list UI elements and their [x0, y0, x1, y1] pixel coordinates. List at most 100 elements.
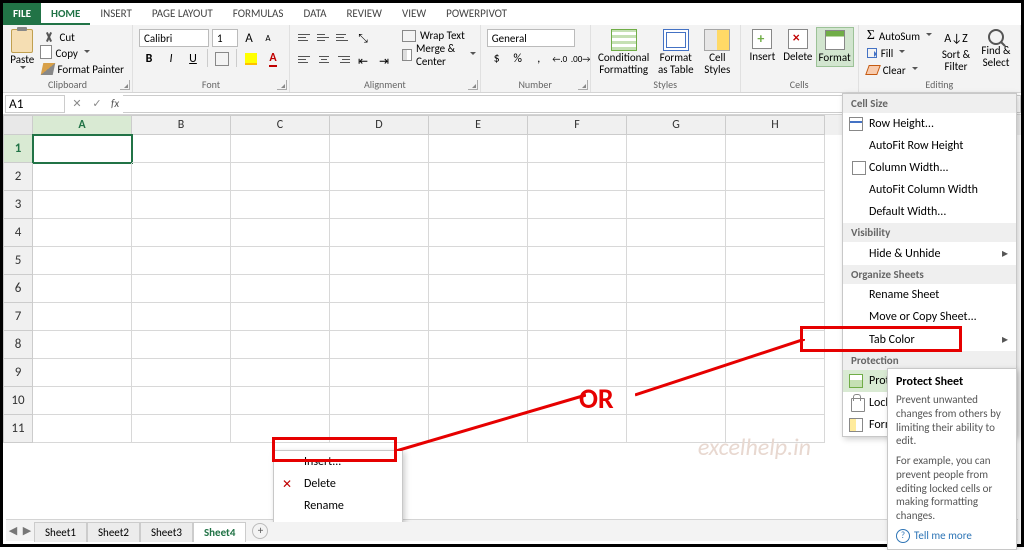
select-all-corner[interactable] [3, 115, 33, 135]
cell[interactable] [231, 415, 330, 443]
tab-home[interactable]: HOME [41, 3, 90, 25]
row-header[interactable]: 1 [3, 135, 33, 163]
percent-button[interactable]: % [508, 49, 528, 69]
increase-indent-button[interactable]: ⇥ [374, 51, 394, 71]
cell[interactable] [627, 331, 726, 359]
cell[interactable] [33, 303, 132, 331]
cell[interactable] [132, 303, 231, 331]
cell[interactable] [231, 247, 330, 275]
decrease-decimal-button[interactable]: .00→ [571, 49, 591, 69]
cell[interactable] [429, 275, 528, 303]
clear-button[interactable]: Clear [867, 62, 932, 78]
cell[interactable] [726, 387, 825, 415]
align-top-button[interactable] [296, 29, 314, 45]
row-header[interactable]: 2 [3, 163, 33, 191]
cell[interactable] [528, 275, 627, 303]
cell[interactable] [33, 191, 132, 219]
align-middle-button[interactable] [315, 29, 333, 45]
fmtmenu-column-width[interactable]: Column Width... [843, 157, 1016, 179]
conditional-formatting-button[interactable]: Conditional Formatting [595, 27, 653, 76]
fmtmenu-autofit-column-width[interactable]: AutoFit Column Width [843, 179, 1016, 201]
sheet-tab-2[interactable]: Sheet2 [87, 522, 140, 542]
cell[interactable] [528, 163, 627, 191]
fx-icon[interactable]: fx [111, 97, 119, 110]
col-header-a[interactable]: A [33, 115, 132, 135]
cell[interactable] [528, 135, 627, 163]
cell[interactable] [330, 163, 429, 191]
paste-button[interactable]: Paste [7, 27, 38, 72]
col-header-g[interactable]: G [627, 115, 726, 135]
cell[interactable] [231, 331, 330, 359]
sheet-nav-next[interactable]: ▶ [20, 524, 34, 537]
cell[interactable] [726, 219, 825, 247]
cell[interactable] [726, 303, 825, 331]
ctx-delete[interactable]: ✕Delete [274, 473, 402, 495]
cell[interactable] [528, 247, 627, 275]
decrease-font-button[interactable]: A [260, 29, 276, 47]
fmtmenu-default-width[interactable]: Default Width... [843, 201, 1016, 223]
fill-button[interactable]: Fill [867, 45, 932, 61]
cell[interactable] [627, 415, 726, 443]
fmtmenu-tab-color[interactable]: Tab Color▸ [843, 328, 1016, 351]
format-cells-button[interactable]: Format [816, 27, 854, 67]
align-center-button[interactable] [315, 51, 333, 67]
cell[interactable] [132, 331, 231, 359]
autosum-button[interactable]: ΣAutoSum [867, 28, 932, 44]
row-header[interactable]: 11 [3, 415, 33, 443]
col-header-d[interactable]: D [330, 115, 429, 135]
cut-button[interactable]: Cut [42, 29, 124, 45]
underline-button[interactable]: U [183, 49, 203, 69]
tab-pagelayout[interactable]: PAGE LAYOUT [142, 3, 223, 25]
format-as-table-button[interactable]: Format as Table [653, 27, 699, 76]
decrease-indent-button[interactable]: ⇤ [353, 51, 373, 71]
row-header[interactable]: 3 [3, 191, 33, 219]
insert-cells-button[interactable]: Insert [745, 27, 780, 65]
cell[interactable] [726, 191, 825, 219]
comma-button[interactable]: , [529, 49, 549, 69]
increase-decimal-button[interactable]: ←.0 [550, 49, 570, 69]
cell[interactable] [33, 135, 132, 163]
cell[interactable] [33, 247, 132, 275]
cell[interactable] [330, 135, 429, 163]
tab-review[interactable]: REVIEW [336, 3, 392, 25]
row-header[interactable]: 5 [3, 247, 33, 275]
cell[interactable] [627, 275, 726, 303]
cell[interactable] [627, 219, 726, 247]
cell[interactable] [330, 191, 429, 219]
cell[interactable] [132, 191, 231, 219]
cell[interactable] [528, 387, 627, 415]
cell[interactable] [429, 387, 528, 415]
cell[interactable] [132, 359, 231, 387]
cell-styles-button[interactable]: Cell Styles [699, 27, 736, 76]
fmtmenu-move-copy-sheet[interactable]: Move or Copy Sheet... [843, 306, 1016, 328]
row-header[interactable]: 8 [3, 331, 33, 359]
cell[interactable] [429, 303, 528, 331]
ctx-move-copy[interactable]: Move or Copy... [274, 517, 402, 522]
cell[interactable] [330, 387, 429, 415]
cell[interactable] [726, 163, 825, 191]
copy-button[interactable]: Copy [42, 45, 124, 61]
cell[interactable] [726, 331, 825, 359]
cell[interactable] [429, 415, 528, 443]
number-launcher[interactable] [578, 80, 588, 90]
col-header-c[interactable]: C [231, 115, 330, 135]
cell[interactable] [231, 359, 330, 387]
cell[interactable] [627, 135, 726, 163]
row-header[interactable]: 4 [3, 219, 33, 247]
cell[interactable] [429, 163, 528, 191]
fmtmenu-row-height[interactable]: Row Height... [843, 113, 1016, 135]
sheet-tab-1[interactable]: Sheet1 [34, 522, 87, 542]
col-header-f[interactable]: F [528, 115, 627, 135]
increase-font-button[interactable]: A [241, 29, 257, 47]
tab-data[interactable]: DATA [293, 3, 336, 25]
cell[interactable] [330, 275, 429, 303]
sheet-nav-prev[interactable]: ◀ [6, 524, 20, 537]
cell[interactable] [231, 163, 330, 191]
cell[interactable] [627, 359, 726, 387]
row-header[interactable]: 6 [3, 275, 33, 303]
cell[interactable] [429, 191, 528, 219]
cell[interactable] [330, 247, 429, 275]
cell[interactable] [528, 191, 627, 219]
cell[interactable] [33, 275, 132, 303]
cell[interactable] [726, 247, 825, 275]
